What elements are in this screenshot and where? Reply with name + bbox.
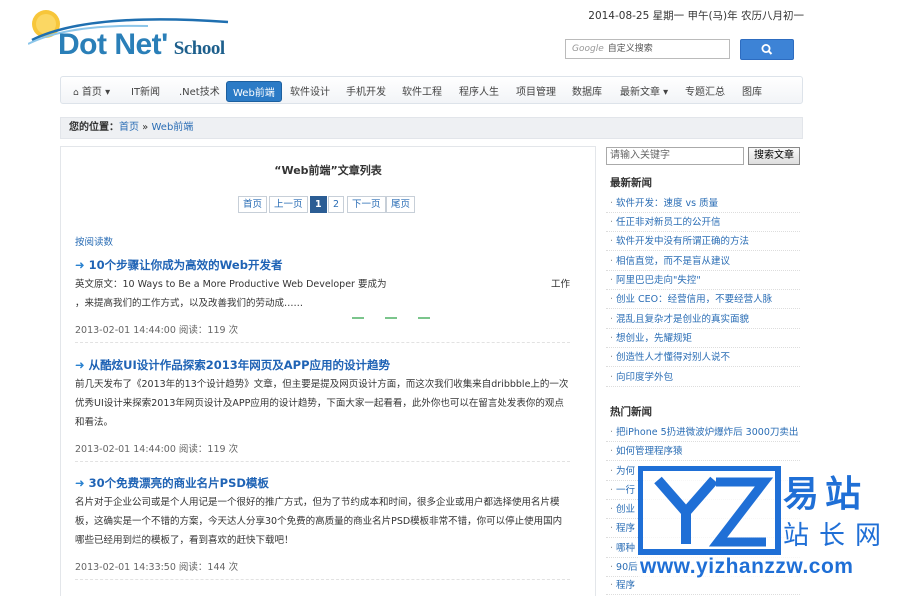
loading-dash (352, 317, 364, 319)
article-title-text: 10个步骤让你成为高效的Web开发者 (88, 258, 283, 272)
site-logo[interactable]: Dot Net' School (58, 28, 225, 62)
article-title-text: 30个免费漂亮的商业名片PSD模板 (88, 476, 269, 490)
header-date: 2014-08-25 星期一 甲午(马)年 农历八月初一 (588, 10, 804, 22)
article-title-text: 从酷炫UI设计作品探索2013年网页及APP应用的设计趋势 (88, 358, 391, 372)
pager-page-1[interactable]: 1 (310, 196, 327, 213)
pager-page-2[interactable]: 2 (328, 196, 345, 213)
site-search-button[interactable] (740, 39, 794, 60)
latest-news-item[interactable]: 创造性人才懂得对别人说不 (606, 347, 800, 367)
loading-dash (385, 317, 397, 319)
site-search-input[interactable]: Google 自定义搜索 (565, 39, 730, 59)
latest-news-item[interactable]: 软件开发中没有所谓正确的方法 (606, 231, 800, 251)
pager-prev[interactable]: 上一页 (269, 196, 308, 213)
article-summary-line-tail: 工作 (550, 279, 570, 290)
nav-item-gallery[interactable]: 图库 (742, 83, 762, 98)
nav-item-mobile-dev[interactable]: 手机开发 (346, 83, 386, 98)
article-summary-line: ，来提高我们的工作方式，以及改善我们的劳动成…… (75, 298, 304, 309)
article-title-link[interactable]: ➜ 30个免费漂亮的商业名片PSD模板 (75, 475, 269, 491)
keyword-search-input[interactable]: 请输入关键字 (606, 147, 744, 165)
nav-item-web-frontend[interactable]: Web前端 (226, 81, 282, 102)
home-icon: ⌂ (73, 88, 79, 98)
nav-label: 首页 ▾ (81, 87, 111, 98)
hot-news-item[interactable]: 如何管理程序猿 (606, 441, 800, 461)
latest-news-item[interactable]: 任正非对新员工的公开信 (606, 212, 800, 232)
latest-news-heading: 最新新闻 (610, 177, 652, 189)
list-title: “Web前端”文章列表 (274, 164, 382, 177)
loading-dash (418, 317, 430, 319)
breadcrumb-separator: » (139, 122, 152, 133)
arrow-right-icon: ➜ (75, 258, 85, 272)
google-brand: Google (572, 44, 604, 54)
latest-news-item[interactable]: 混乱且复杂才是创业的真实面貌 (606, 309, 800, 329)
nav-item-database[interactable]: 数据库 (572, 83, 602, 98)
hot-news-item[interactable]: 把iPhone 5扔进微波炉爆炸后 3000刀卖出 (606, 422, 800, 442)
latest-news-item[interactable]: 创业 CEO：经营信用，不要经营人脉 (606, 289, 800, 309)
pager-last[interactable]: 尾页 (386, 196, 416, 213)
nav-item-topics[interactable]: 专题汇总 (685, 83, 725, 98)
article-summary: 前几天发布了《2013年的13个设计趋势》文章，但主要是提及网页设计方面，而这次… (75, 379, 569, 428)
latest-news-item[interactable]: 想创业，先耀规矩 (606, 328, 800, 348)
nav-item-project-mgmt[interactable]: 项目管理 (516, 83, 556, 98)
breadcrumb-home-link[interactable]: 首页 (119, 122, 139, 133)
article-title-link[interactable]: ➜ 10个步骤让你成为高效的Web开发者 (75, 257, 282, 273)
nav-item-latest-articles[interactable]: 最新文章 ▾ (620, 83, 668, 98)
watermark-url: www.yizhanzzw.com (640, 555, 854, 578)
latest-news-item[interactable]: 软件开发：速度 vs 质量 (606, 193, 800, 213)
main-nav: ⌂ 首页 ▾ IT新闻 .Net技术 Web前端 软件设计 手机开发 软件工程 … (60, 76, 803, 104)
logo-sub-text: School (173, 38, 225, 59)
latest-news-item[interactable]: 阿里巴巴走向"失控" (606, 270, 800, 290)
pager-first[interactable]: 首页 (238, 196, 268, 213)
pager-next[interactable]: 下一页 (347, 196, 386, 213)
logo-main-text: Dot Net' (58, 28, 168, 61)
watermark-cn-line2: 站长网 (783, 521, 892, 551)
nav-item-dotnet[interactable]: .Net技术 (179, 83, 220, 98)
arrow-right-icon: ➜ (75, 476, 85, 490)
breadcrumb-prefix: 您的位置： (69, 122, 119, 133)
watermark-cn-line1: 易站 (783, 474, 868, 515)
nav-item-software-design[interactable]: 软件设计 (290, 83, 330, 98)
hot-news-heading: 热门新闻 (610, 406, 652, 418)
nav-item-home[interactable]: ⌂ 首页 ▾ (73, 83, 110, 98)
article-summary: 英文原文：10 Ways to Be a More Productive Web… (75, 275, 570, 313)
latest-news-item[interactable]: 向印度学外包 (606, 367, 800, 387)
site-search-placeholder: 自定义搜索 (607, 44, 653, 54)
article-meta: 2013-02-01 14:44:00 阅读：119 次 (75, 441, 570, 462)
sort-by-reads-link[interactable]: 按阅读数 (75, 234, 113, 248)
breadcrumb: 您的位置：首页 » Web前端 (60, 117, 803, 139)
article-meta: 2013-02-01 14:44:00 阅读：119 次 (75, 322, 570, 343)
search-icon (761, 44, 773, 55)
arrow-right-icon: ➜ (75, 358, 85, 372)
article-summary: 名片对于企业公司或是个人用记是一个很好的推广方式，但为了节约成本和时间，很多企业… (75, 497, 563, 546)
latest-news-item[interactable]: 相信直觉，而不是盲从建议 (606, 251, 800, 271)
nav-item-programmer-life[interactable]: 程序人生 (459, 83, 499, 98)
breadcrumb-current-link[interactable]: Web前端 (151, 122, 193, 133)
nav-item-software-engineering[interactable]: 软件工程 (402, 83, 442, 98)
article-title-link[interactable]: ➜ 从酷炫UI设计作品探索2013年网页及APP应用的设计趋势 (75, 357, 390, 373)
article-meta: 2013-02-01 14:33:50 阅读：144 次 (75, 559, 570, 580)
nav-item-it-news[interactable]: IT新闻 (131, 83, 160, 98)
article-summary-line: 英文原文：10 Ways to Be a More Productive Web… (75, 279, 387, 290)
search-articles-button[interactable]: 搜索文章 (748, 147, 800, 165)
